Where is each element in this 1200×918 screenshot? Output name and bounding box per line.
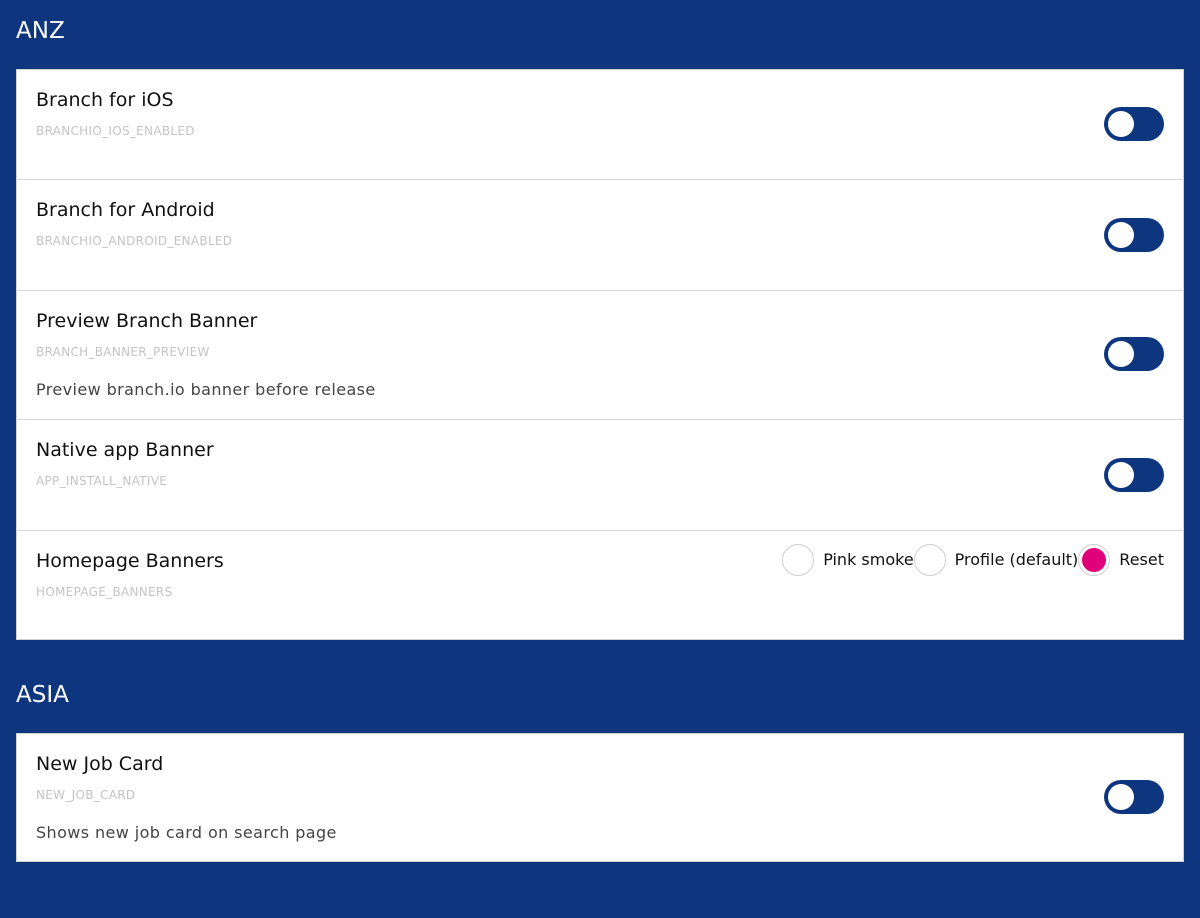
setting-row-homepage-banners: Homepage Banners HOMEPAGE_BANNERS Pink s… (17, 531, 1183, 639)
settings-card-asia: New Job Card NEW_JOB_CARD Shows new job … (16, 733, 1184, 862)
radio-option-reset[interactable]: Reset (1078, 544, 1164, 576)
setting-row-branch-android: Branch for Android BRANCHIO_ANDROID_ENAB… (17, 180, 1183, 291)
radio-button-icon[interactable] (913, 544, 946, 576)
setting-key: BRANCHIO_ANDROID_ENABLED (36, 234, 233, 248)
section-title-asia: ASIA (16, 682, 69, 708)
radio-button-selected-icon[interactable] (1078, 544, 1111, 576)
section-title-anz: ANZ (16, 18, 65, 44)
setting-row-new-job-card: New Job Card NEW_JOB_CARD Shows new job … (17, 734, 1183, 861)
toggle-knob (1108, 462, 1134, 488)
settings-card-anz: Branch for iOS BRANCHIO_IOS_ENABLED Bran… (16, 69, 1184, 640)
setting-title: Branch for Android (36, 199, 215, 221)
radio-button-icon[interactable] (782, 544, 815, 576)
setting-description: Shows new job card on search page (36, 823, 337, 842)
setting-title: Preview Branch Banner (36, 310, 258, 332)
setting-title: Native app Banner (36, 439, 214, 461)
radio-label: Pink smoke (823, 550, 914, 569)
setting-title: New Job Card (36, 753, 164, 775)
radio-option-profile-default[interactable]: Profile (default) (913, 544, 1079, 576)
toggle-branch-ios[interactable] (1104, 107, 1164, 141)
setting-row-branch-ios: Branch for iOS BRANCHIO_IOS_ENABLED (17, 70, 1183, 180)
setting-key: APP_INSTALL_NATIVE (36, 474, 168, 488)
setting-description: Preview branch.io banner before release (36, 380, 376, 399)
setting-row-native-app-banner: Native app Banner APP_INSTALL_NATIVE (17, 420, 1183, 531)
toggle-knob (1108, 341, 1134, 367)
homepage-banners-radio-group: Pink smoke Profile (default) Reset (782, 544, 1164, 576)
radio-label: Reset (1119, 550, 1164, 569)
toggle-branch-android[interactable] (1104, 218, 1164, 252)
setting-title: Homepage Banners (36, 550, 224, 572)
setting-row-preview-branch-banner: Preview Branch Banner BRANCH_BANNER_PREV… (17, 291, 1183, 420)
toggle-knob (1108, 784, 1134, 810)
setting-key: HOMEPAGE_BANNERS (36, 585, 173, 599)
toggle-new-job-card[interactable] (1104, 780, 1164, 814)
setting-title: Branch for iOS (36, 89, 174, 111)
toggle-preview-branch-banner[interactable] (1104, 337, 1164, 371)
toggle-knob (1108, 222, 1134, 248)
setting-key: BRANCH_BANNER_PREVIEW (36, 345, 210, 359)
toggle-native-app-banner[interactable] (1104, 458, 1164, 492)
radio-label: Profile (default) (954, 550, 1079, 569)
setting-key: BRANCHIO_IOS_ENABLED (36, 124, 195, 138)
toggle-knob (1108, 111, 1134, 137)
radio-option-pink-smoke[interactable]: Pink smoke (782, 544, 914, 576)
setting-key: NEW_JOB_CARD (36, 788, 136, 802)
